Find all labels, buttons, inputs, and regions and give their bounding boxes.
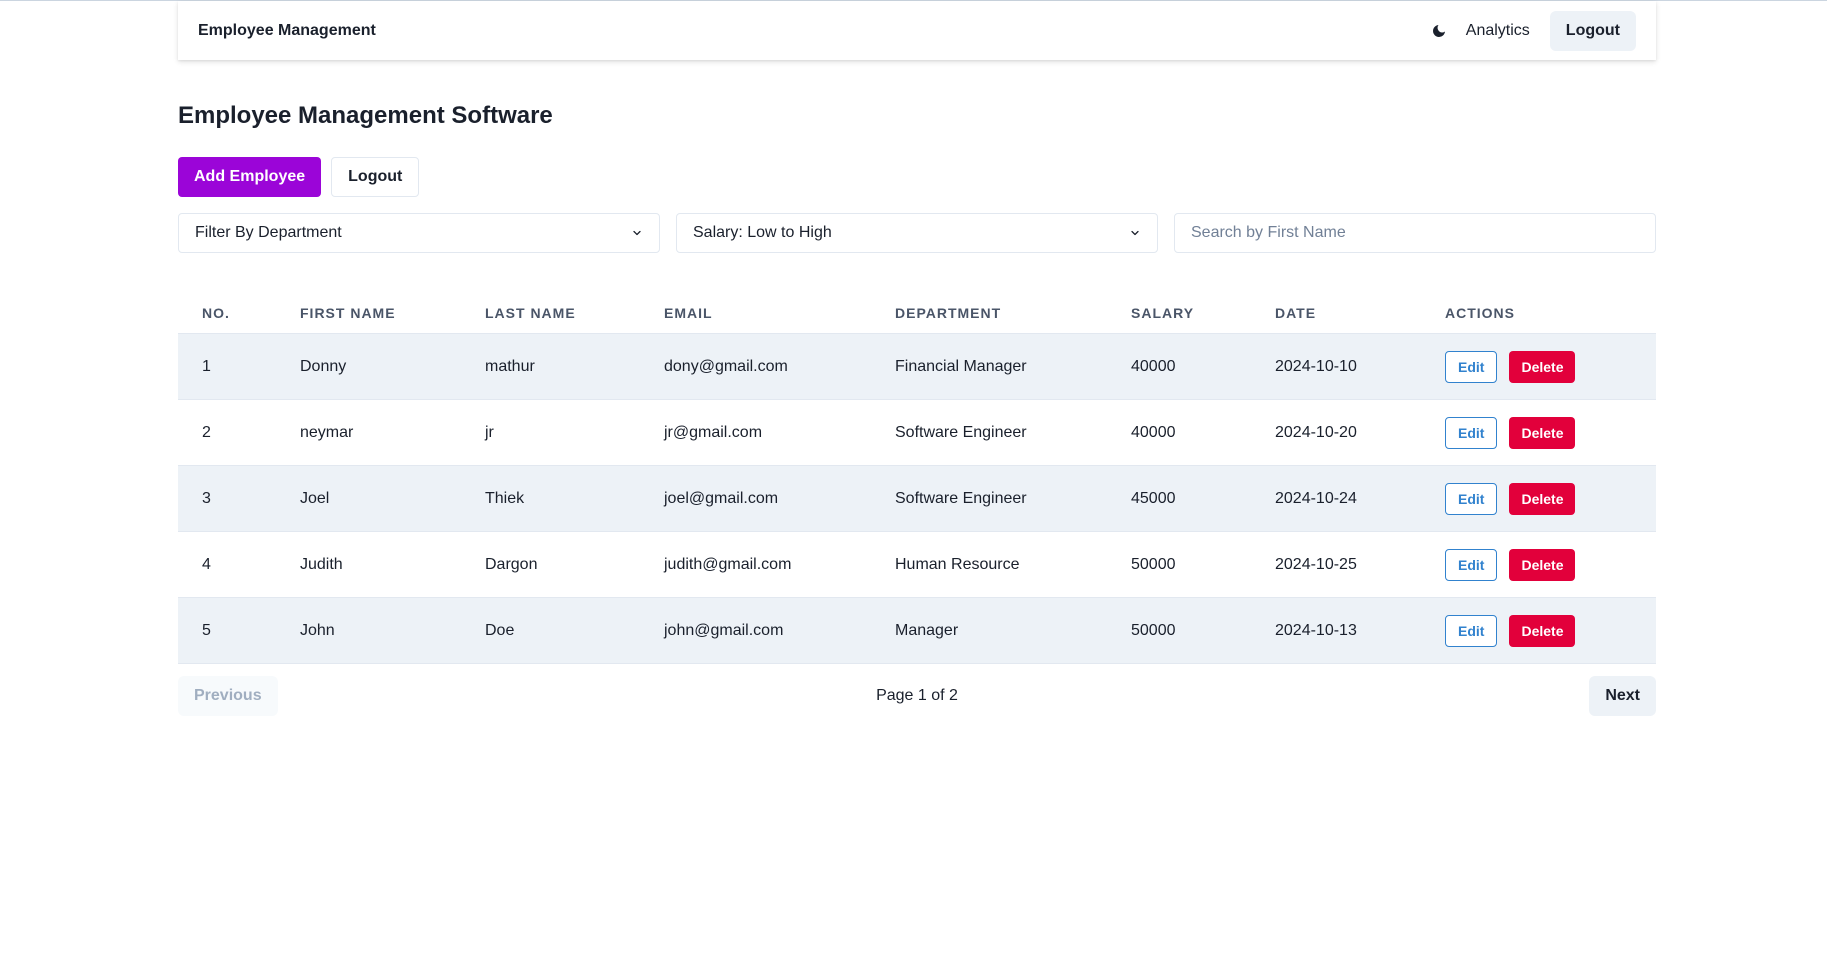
cell-last-name: mathur	[485, 357, 535, 375]
cell-department: Software Engineer	[895, 489, 1027, 507]
delete-button[interactable]: Delete	[1509, 416, 1576, 449]
cell-email: dony@gmail.com	[664, 357, 788, 375]
navbar-logout-button[interactable]: Logout	[1549, 10, 1636, 51]
delete-button[interactable]: Delete	[1509, 350, 1576, 383]
cell-department: Manager	[895, 621, 959, 639]
column-header-email: EMAIL	[664, 305, 713, 321]
delete-button[interactable]: Delete	[1509, 548, 1576, 581]
edit-button[interactable]: Edit	[1445, 350, 1498, 383]
cell-no: 1	[202, 357, 211, 375]
page-indicator: Page 1 of 2	[876, 687, 958, 704]
navbar-actions: Analytics Logout	[1430, 10, 1636, 51]
cell-date: 2024-10-24	[1275, 489, 1357, 507]
logout-button[interactable]: Logout	[331, 157, 420, 197]
cell-department: Financial Manager	[895, 357, 1027, 375]
cell-first-name: neymar	[300, 423, 354, 441]
cell-last-name: Dargon	[485, 555, 538, 573]
column-header-department: DEPARTMENT	[895, 305, 1002, 321]
cell-salary: 50000	[1131, 555, 1176, 573]
edit-button[interactable]: Edit	[1445, 614, 1498, 647]
salary-sort-value: Salary: Low to High	[693, 224, 832, 241]
moon-icon[interactable]	[1430, 22, 1448, 40]
salary-sort-select[interactable]: Salary: Low to High	[676, 213, 1158, 253]
cell-first-name: Donny	[300, 357, 347, 375]
table-body: 1 Donny mathur dony@gmail.com Financial …	[178, 333, 1656, 664]
cell-email: jr@gmail.com	[664, 423, 763, 441]
pagination: Previous Page 1 of 2 Next	[178, 676, 1656, 716]
cell-first-name: John	[300, 621, 335, 639]
column-header-salary: SALARY	[1131, 305, 1195, 321]
chevron-down-icon	[1129, 227, 1141, 239]
search-first-name-input[interactable]	[1174, 213, 1656, 253]
filter-bar: Filter By Department Salary: Low to High	[178, 213, 1656, 253]
add-employee-button[interactable]: Add Employee	[178, 157, 322, 197]
table-row: 3 Joel Thiek joel@gmail.com Software Eng…	[178, 465, 1656, 532]
cell-salary: 45000	[1131, 489, 1176, 507]
cell-salary: 40000	[1131, 423, 1176, 441]
cell-date: 2024-10-20	[1275, 423, 1357, 441]
cell-salary: 50000	[1131, 621, 1176, 639]
department-filter-value: Filter By Department	[195, 224, 342, 241]
page-title: Employee Management Software	[178, 102, 553, 129]
cell-date: 2024-10-13	[1275, 621, 1357, 639]
cell-department: Human Resource	[895, 555, 1020, 573]
edit-button[interactable]: Edit	[1445, 548, 1498, 581]
table-row: 5 John Doe john@gmail.com Manager 50000 …	[178, 597, 1656, 664]
cell-actions: Edit Delete	[1421, 334, 1656, 400]
cell-email: john@gmail.com	[664, 621, 784, 639]
table-row: 1 Donny mathur dony@gmail.com Financial …	[178, 333, 1656, 400]
analytics-link[interactable]: Analytics	[1466, 22, 1530, 40]
cell-actions: Edit Delete	[1421, 400, 1656, 466]
page-actions: Add Employee Logout	[178, 157, 420, 197]
column-header-actions: ACTIONS	[1445, 305, 1515, 321]
cell-date: 2024-10-10	[1275, 357, 1357, 375]
cell-email: judith@gmail.com	[664, 555, 792, 573]
cell-date: 2024-10-25	[1275, 555, 1357, 573]
column-header-no: NO.	[202, 305, 230, 321]
cell-department: Software Engineer	[895, 423, 1027, 441]
cell-first-name: Judith	[300, 555, 343, 573]
delete-button[interactable]: Delete	[1509, 614, 1576, 647]
department-filter-select[interactable]: Filter By Department	[178, 213, 660, 253]
cell-no: 2	[202, 423, 211, 441]
chevron-down-icon	[631, 227, 643, 239]
cell-last-name: Thiek	[485, 489, 525, 507]
cell-salary: 40000	[1131, 357, 1176, 375]
cell-first-name: Joel	[300, 489, 330, 507]
navbar: Employee Management Analytics Logout	[178, 1, 1656, 60]
brand-title: Employee Management	[198, 21, 376, 39]
cell-no: 3	[202, 489, 211, 507]
table-header: NO. FIRST NAME LAST NAME EMAIL DEPARTMEN…	[178, 293, 1656, 334]
column-header-last-name: LAST NAME	[485, 305, 576, 321]
previous-page-button[interactable]: Previous	[178, 676, 278, 716]
table-row: 4 Judith Dargon judith@gmail.com Human R…	[178, 532, 1656, 598]
table-row: 2 neymar jr jr@gmail.com Software Engine…	[178, 400, 1656, 466]
cell-last-name: jr	[485, 423, 494, 441]
column-header-date: DATE	[1275, 305, 1317, 321]
cell-actions: Edit Delete	[1421, 532, 1656, 598]
next-page-button[interactable]: Next	[1589, 676, 1656, 716]
edit-button[interactable]: Edit	[1445, 416, 1498, 449]
column-header-first-name: FIRST NAME	[300, 305, 396, 321]
cell-email: joel@gmail.com	[664, 489, 779, 507]
cell-no: 4	[202, 555, 211, 573]
delete-button[interactable]: Delete	[1509, 482, 1576, 515]
cell-actions: Edit Delete	[1421, 598, 1656, 664]
cell-actions: Edit Delete	[1421, 466, 1656, 532]
cell-no: 5	[202, 621, 211, 639]
employee-table: NO. FIRST NAME LAST NAME EMAIL DEPARTMEN…	[178, 293, 1656, 664]
edit-button[interactable]: Edit	[1445, 482, 1498, 515]
cell-last-name: Doe	[485, 621, 515, 639]
